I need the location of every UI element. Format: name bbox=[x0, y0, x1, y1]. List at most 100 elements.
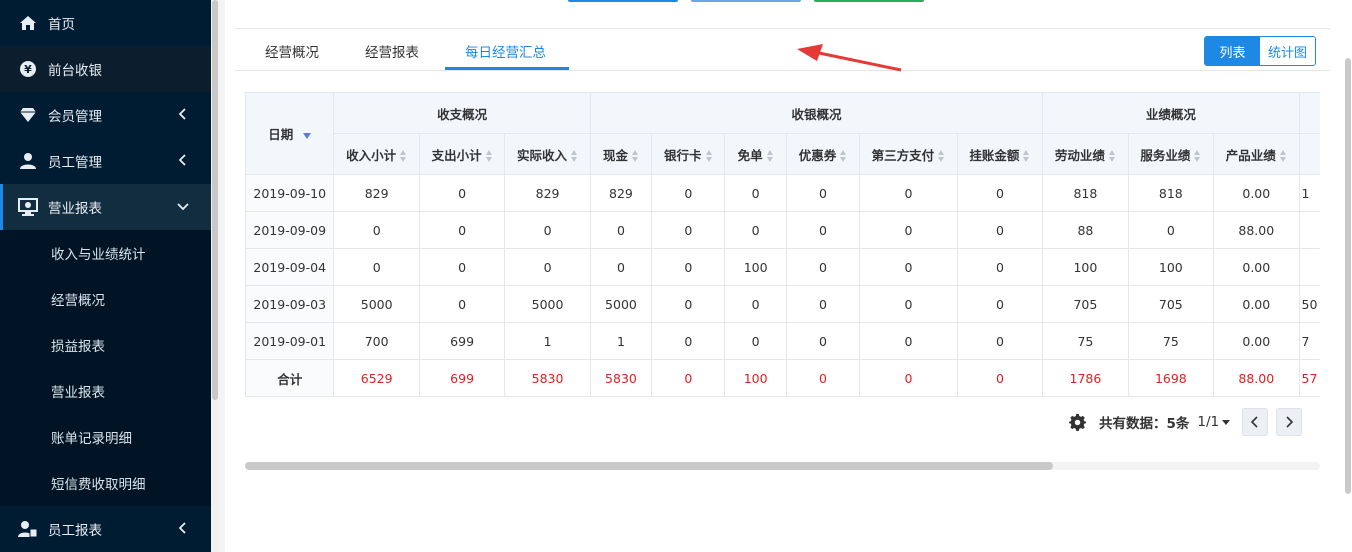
user-report-icon bbox=[18, 519, 38, 539]
table-cell: 100 bbox=[724, 248, 787, 286]
column-header[interactable]: 劳动业绩 bbox=[1042, 133, 1129, 175]
group-header bbox=[1298, 92, 1320, 134]
sort-icon[interactable] bbox=[840, 150, 847, 162]
table-cell: 75 bbox=[1127, 322, 1215, 360]
table-cell: 0 bbox=[724, 211, 787, 249]
table-cell: 0 bbox=[859, 285, 958, 323]
header-label: 第三方支付 bbox=[871, 147, 935, 163]
header-label: 支出小计 bbox=[431, 147, 482, 163]
table-cell: 5000 bbox=[333, 285, 420, 323]
table-cell: 0 bbox=[1127, 211, 1215, 249]
pagination: 共有数据：5条 1/1 bbox=[1069, 407, 1303, 437]
table-cell: 0 bbox=[651, 322, 726, 360]
sort-icon[interactable] bbox=[1279, 150, 1287, 162]
next-page-button[interactable] bbox=[1276, 408, 1303, 436]
group-header: 收银概况 bbox=[589, 92, 1044, 134]
table-cell: 0 bbox=[956, 322, 1044, 360]
sidebar-item-label: 营业报表 bbox=[48, 201, 102, 217]
chevron-left-icon bbox=[178, 154, 186, 166]
sort-icon[interactable] bbox=[938, 150, 945, 162]
total-cell: 0 bbox=[859, 359, 958, 397]
total-cell: 1786 bbox=[1042, 359, 1129, 397]
total-cell: 6529 bbox=[333, 359, 420, 397]
column-header[interactable]: 挂账金额 bbox=[956, 133, 1044, 175]
sidebar-subitem-sms-fees[interactable]: 短信费收取明细 bbox=[0, 460, 211, 506]
sort-desc-icon[interactable] bbox=[303, 132, 312, 139]
table-cell: 1 bbox=[504, 322, 591, 360]
prev-page-button[interactable] bbox=[1242, 408, 1269, 436]
sidebar-item-cashier[interactable]: ¥ 前台收银 bbox=[0, 46, 211, 92]
column-header[interactable]: 银行卡 bbox=[651, 133, 726, 175]
table-horizontal-scrollbar-thumb[interactable] bbox=[245, 462, 1053, 470]
page-indicator: 1/1 bbox=[1197, 414, 1220, 430]
column-header[interactable]: 优惠券 bbox=[785, 133, 861, 175]
sort-icon[interactable] bbox=[705, 150, 713, 162]
sidebar-item-label: 员工管理 bbox=[48, 155, 102, 171]
total-cell: 100 bbox=[724, 359, 787, 397]
sort-icon[interactable] bbox=[400, 150, 407, 162]
tab-business-overview[interactable]: 经营概况 bbox=[265, 41, 319, 61]
sidebar-item-label: 员工报表 bbox=[48, 523, 102, 539]
sidebar-item-members[interactable]: 会员管理 bbox=[0, 92, 211, 138]
total-label: 合计 bbox=[245, 359, 335, 397]
column-header[interactable]: 支出小计 bbox=[418, 133, 506, 175]
sort-icon[interactable] bbox=[1023, 150, 1030, 162]
table-cell: 0 bbox=[724, 174, 787, 212]
table-cell: 0.00 bbox=[1213, 322, 1300, 360]
daily-summary-table: 日期 收支概况 收银概况 业绩概况 收入小计 支出小计 实际收入 现金 银行卡 免单 优惠券… bbox=[245, 92, 1320, 398]
column-header[interactable]: 服务业绩 bbox=[1127, 133, 1215, 175]
sort-icon[interactable] bbox=[485, 150, 493, 162]
column-header[interactable]: 实际收入 bbox=[504, 133, 591, 175]
tab-bar: 经营概况 经营报表 每日经营汇总 bbox=[235, 28, 1330, 71]
header-label: 服务业绩 bbox=[1140, 147, 1191, 163]
sort-icon[interactable] bbox=[1194, 150, 1201, 162]
sidebar-item-home[interactable]: 首页 bbox=[0, 0, 211, 46]
sidebar-subitem-profit-loss[interactable]: 损益报表 bbox=[0, 322, 211, 368]
column-header-date[interactable]: 日期 bbox=[245, 92, 335, 175]
sidebar-item-staff-reports[interactable]: 员工报表 bbox=[0, 506, 211, 552]
table-cell: 0 bbox=[333, 248, 420, 286]
total-cell: 0 bbox=[956, 359, 1044, 397]
column-header[interactable]: 现金 bbox=[589, 133, 653, 175]
tab-daily-summary[interactable]: 每日经营汇总 bbox=[465, 41, 546, 61]
list-view-button[interactable]: 列表 bbox=[1205, 37, 1260, 65]
sidebar-subitem-business-report[interactable]: 营业报表 bbox=[0, 368, 211, 414]
column-header[interactable]: 免单 bbox=[724, 133, 787, 175]
toolbar-button[interactable] bbox=[814, 0, 924, 2]
sidebar-subitem-overview[interactable]: 经营概况 bbox=[0, 276, 211, 322]
page-vertical-scrollbar-thumb[interactable] bbox=[1345, 58, 1351, 494]
sidebar-scrollbar-thumb[interactable] bbox=[212, 0, 218, 400]
sort-icon[interactable] bbox=[631, 150, 639, 162]
sidebar-subitem-bill-details[interactable]: 账单记录明细 bbox=[0, 414, 211, 460]
sidebar-subitem-income-stats[interactable]: 收入与业绩统计 bbox=[0, 230, 211, 276]
sort-icon[interactable] bbox=[1108, 150, 1116, 162]
table-cell: 0.00 bbox=[1213, 174, 1300, 212]
table-cell: 700 bbox=[333, 322, 420, 360]
chevron-left-icon bbox=[1251, 416, 1258, 428]
table-row: 2019-09-01 700 699 1 1 0 0 0 0 0 75 75 0.00 7 bbox=[245, 322, 1320, 360]
page-select[interactable]: 1/1 bbox=[1197, 414, 1231, 430]
user-icon bbox=[18, 151, 38, 171]
sort-icon[interactable] bbox=[571, 150, 578, 162]
page-vertical-scrollbar[interactable] bbox=[1343, 0, 1352, 552]
table-cell: 0 bbox=[589, 211, 653, 249]
toolbar-button[interactable] bbox=[691, 0, 801, 2]
column-header[interactable]: 第三方支付 bbox=[859, 133, 958, 175]
total-row: 合计 6529 699 5830 5830 0 100 0 0 0 1786 1698 88.00 57 bbox=[245, 359, 1320, 397]
table-cell: 0 bbox=[956, 248, 1044, 286]
column-header[interactable]: 收入小计 bbox=[333, 133, 420, 175]
sidebar-item-staff[interactable]: 员工管理 bbox=[0, 138, 211, 184]
toolbar-button[interactable] bbox=[568, 0, 678, 2]
header-label: 挂账金额 bbox=[969, 147, 1020, 163]
column-header[interactable]: 产品业绩 bbox=[1213, 133, 1300, 175]
sort-icon[interactable] bbox=[766, 150, 774, 162]
chart-view-button[interactable]: 统计图 bbox=[1260, 37, 1315, 65]
table-cell: 1 bbox=[1298, 174, 1320, 212]
sidebar-item-business-reports[interactable]: 营业报表 bbox=[0, 184, 211, 230]
table-cell: 0.00 bbox=[1213, 248, 1300, 286]
column-header[interactable]: 业 bbox=[1298, 133, 1320, 175]
sidebar-subitem-label: 营业报表 bbox=[51, 385, 105, 401]
table-horizontal-scrollbar[interactable] bbox=[245, 462, 1320, 470]
gear-icon[interactable] bbox=[1069, 413, 1087, 431]
tab-business-report[interactable]: 经营报表 bbox=[365, 41, 419, 61]
